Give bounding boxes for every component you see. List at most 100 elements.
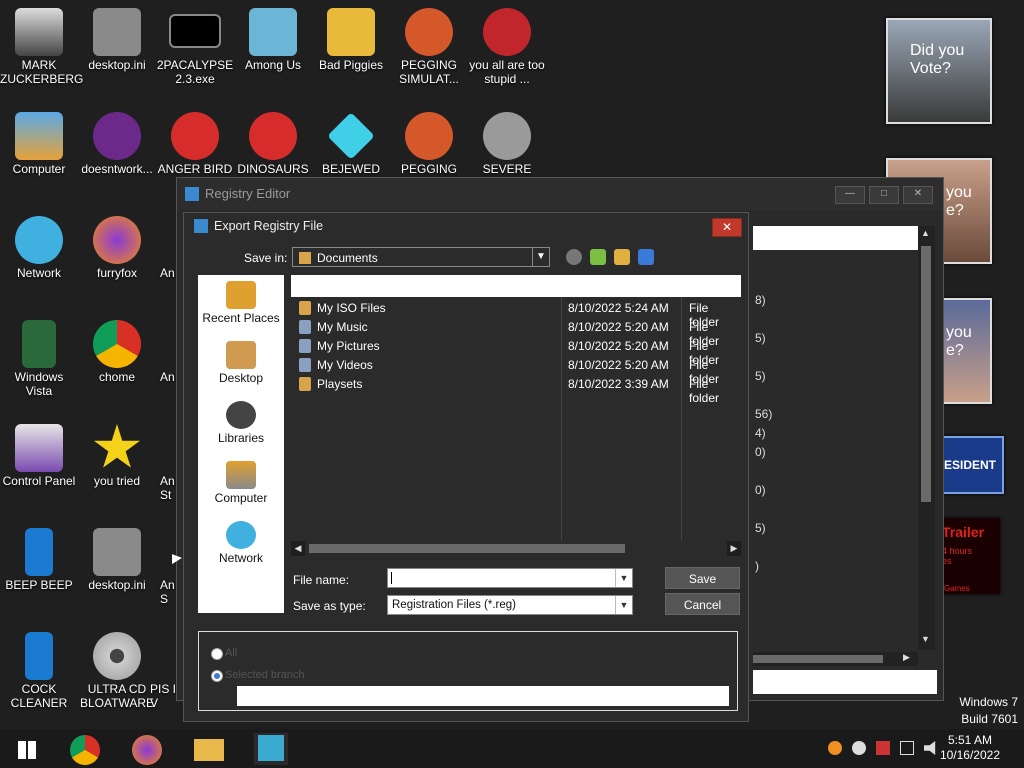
- selected-branch-input[interactable]: [237, 686, 729, 706]
- taskbar-file-explorer[interactable]: [192, 733, 226, 765]
- new-folder-icon[interactable]: [614, 249, 630, 265]
- scroll-thumb[interactable]: [753, 655, 883, 663]
- file-row[interactable]: My Pictures 8/10/2022 5:20 AM File folde…: [291, 337, 741, 367]
- desktop-icon-control-panel[interactable]: Control Panel: [0, 424, 78, 488]
- dialog-toolbar: [566, 249, 654, 265]
- desktop-icon-among-us[interactable]: Among Us: [234, 8, 312, 72]
- regedit-vertical-scrollbar[interactable]: ▲ ▼: [918, 226, 935, 650]
- save-in-label: Save in:: [244, 251, 288, 265]
- place-desktop[interactable]: Desktop: [198, 335, 284, 395]
- desktop-icon-pegging-simulator[interactable]: PEGGING SIMULAT...: [390, 8, 468, 86]
- close-button[interactable]: ✕: [903, 186, 933, 204]
- chevron-down-icon[interactable]: ▼: [532, 248, 549, 266]
- gadget-vote-poster[interactable]: Did you Vote?: [886, 18, 992, 124]
- gadget-trailer[interactable]: Trailer 4 hours es Games: [938, 518, 1000, 594]
- desktop-icon-mark-zuckerberg[interactable]: MARK ZUCKERBERG: [0, 8, 83, 86]
- value-cell: 5): [755, 369, 766, 383]
- file-list-horizontal-scrollbar[interactable]: ◀ ▶: [291, 541, 741, 556]
- desktop-icon-chome[interactable]: chome: [78, 320, 156, 384]
- places-bar: Recent Places Desktop Libraries Computer…: [198, 275, 284, 613]
- desktop-icon-network[interactable]: Network: [0, 216, 78, 280]
- export-range-group: All Selected branch: [198, 631, 738, 711]
- desktop-icon-beep-beep[interactable]: BEEP BEEP: [0, 528, 78, 592]
- taskbar-chrome[interactable]: [68, 733, 102, 765]
- place-computer[interactable]: Computer: [198, 455, 284, 515]
- back-icon[interactable]: [566, 249, 582, 265]
- scroll-thumb[interactable]: [309, 544, 625, 553]
- desktop-icon-pegging[interactable]: PEGGING: [390, 112, 468, 176]
- dialog-close-button[interactable]: ✕: [712, 218, 742, 237]
- desktop-icon-too-stupid[interactable]: you all are too stupid ...: [468, 8, 546, 86]
- blue-can-icon: [25, 632, 53, 680]
- gadget-president[interactable]: ESIDENT: [938, 436, 1004, 494]
- save-button[interactable]: Save: [665, 567, 740, 589]
- scroll-right-icon[interactable]: ▶: [903, 652, 910, 663]
- save-in-select[interactable]: Documents ▼: [292, 247, 550, 267]
- regedit-values-pane[interactable]: [753, 226, 918, 644]
- desktop-icon-2pacalypse[interactable]: 2PACALYPSE 2.3.exe: [156, 8, 234, 86]
- scroll-left-icon[interactable]: ◀: [291, 541, 305, 556]
- regedit-titlebar[interactable]: Registry Editor — □ ✕: [177, 178, 943, 210]
- desktop-icon-ultra-cd-bloatware[interactable]: ULTRA CD BLOATWARE: [78, 632, 156, 710]
- desktop-icon-you-tried[interactable]: you tried: [78, 424, 156, 488]
- cd-icon: [93, 632, 141, 680]
- desktop-icon-doesntwork[interactable]: doesntwork...: [78, 112, 156, 176]
- music-folder-icon: [299, 320, 311, 334]
- regedit-icon: [185, 187, 199, 201]
- file-name-input[interactable]: ▼: [387, 568, 633, 588]
- radio-selected-branch[interactable]: [211, 670, 223, 682]
- file-row[interactable]: Playsets 8/10/2022 3:39 AM File folder: [291, 375, 741, 405]
- folder-icon: [299, 252, 311, 264]
- place-network[interactable]: Network: [198, 515, 284, 575]
- emoji-icon[interactable]: [852, 741, 866, 755]
- regedit-horizontal-scrollbar[interactable]: ▶: [753, 652, 918, 666]
- network-globe-icon: [226, 521, 256, 549]
- up-folder-icon[interactable]: [590, 249, 606, 265]
- desktop-icon-cock-cleaner[interactable]: COCK CLEANER: [0, 632, 78, 710]
- search-icon[interactable]: [828, 741, 842, 755]
- scroll-down-icon[interactable]: ▼: [921, 634, 930, 644]
- desktop-icon-bejewed[interactable]: BEJEWED: [312, 112, 390, 176]
- place-libraries[interactable]: Libraries: [198, 395, 284, 455]
- desktop-icon-bad-piggies[interactable]: Bad Piggies: [312, 8, 390, 72]
- file-list[interactable]: My ISO Files 8/10/2022 5:24 AM File fold…: [291, 275, 741, 543]
- scroll-right-icon[interactable]: ▶: [727, 541, 741, 556]
- desktop-icon-windows-vista[interactable]: Windows Vista: [0, 320, 78, 398]
- chevron-down-icon[interactable]: ▼: [615, 596, 632, 614]
- action-center-flag-icon[interactable]: [876, 741, 890, 755]
- place-recent-places[interactable]: Recent Places: [198, 275, 284, 335]
- dialog-titlebar[interactable]: Export Registry File ✕: [184, 213, 748, 239]
- chrome-icon: [93, 320, 141, 368]
- chevron-down-icon[interactable]: ▼: [615, 569, 632, 587]
- radio-all[interactable]: [211, 648, 223, 660]
- regedit-statusbar: [753, 670, 937, 694]
- desktop-icon-desktop-ini[interactable]: desktop.ini: [78, 8, 156, 72]
- save-as-type-label: Save as type:: [293, 599, 366, 613]
- view-menu-icon[interactable]: [638, 249, 654, 265]
- among-us-icon: [249, 8, 297, 56]
- minimize-button[interactable]: —: [835, 186, 865, 204]
- chrome-icon: [70, 735, 100, 765]
- taskbar-firefox[interactable]: [130, 733, 164, 765]
- save-as-type-select[interactable]: Registration Files (*.reg) ▼: [387, 595, 633, 615]
- pig-icon: [327, 8, 375, 56]
- scroll-thumb[interactable]: [921, 246, 931, 502]
- libraries-icon: [226, 401, 256, 429]
- desktop-icon-furryfox[interactable]: furryfox: [78, 216, 156, 280]
- desktop-icon-dinosaurs[interactable]: DINOSAURS: [234, 112, 312, 176]
- file-row[interactable]: My ISO Files 8/10/2022 5:24 AM File fold…: [291, 299, 741, 329]
- desktop-icon-computer[interactable]: Computer: [0, 112, 78, 176]
- volume-icon[interactable]: [924, 741, 936, 755]
- value-cell: 4): [755, 426, 766, 440]
- network-tray-icon[interactable]: [900, 741, 914, 755]
- cancel-button[interactable]: Cancel: [665, 593, 740, 615]
- start-button[interactable]: [10, 733, 44, 765]
- desktop-icon-desktop-ini-2[interactable]: desktop.ini: [78, 528, 156, 592]
- scroll-up-icon[interactable]: ▲: [921, 228, 930, 238]
- maximize-button[interactable]: □: [869, 186, 899, 204]
- file-row[interactable]: My Videos 8/10/2022 5:20 AM File folder: [291, 356, 741, 386]
- taskbar-clock[interactable]: 5:51 AM 10/16/2022: [940, 733, 1000, 763]
- desktop-icon-anger-bird[interactable]: ANGER BIRD: [156, 112, 234, 176]
- file-row[interactable]: My Music 8/10/2022 5:20 AM File folder: [291, 318, 741, 348]
- taskbar-regedit[interactable]: [254, 733, 288, 765]
